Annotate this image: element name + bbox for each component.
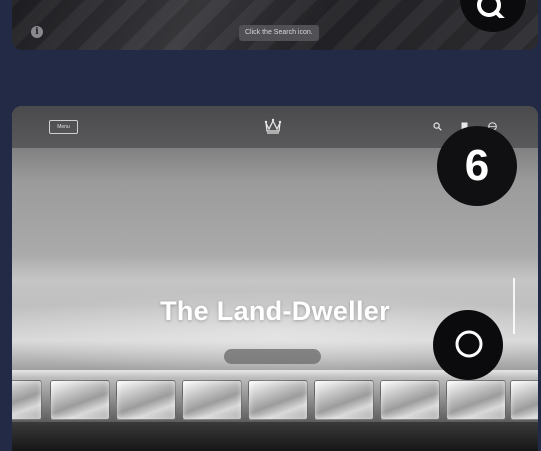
next-step-icon [433, 310, 503, 380]
crown-icon[interactable] [264, 118, 282, 134]
scroll-indicator[interactable] [513, 278, 515, 334]
search-icon [460, 0, 526, 32]
step-card: Menu 6 The Land-Dweller [12, 106, 538, 451]
cta-button[interactable] [224, 349, 321, 364]
info-icon[interactable]: i [31, 26, 43, 38]
menu-button[interactable]: Menu [49, 120, 78, 134]
search-icon[interactable] [433, 122, 442, 131]
instruction-tooltip: Click the Search icon. [239, 25, 319, 41]
step-number-badge: 6 [437, 126, 517, 206]
previous-step-card: i Click the Search icon. [12, 0, 538, 50]
